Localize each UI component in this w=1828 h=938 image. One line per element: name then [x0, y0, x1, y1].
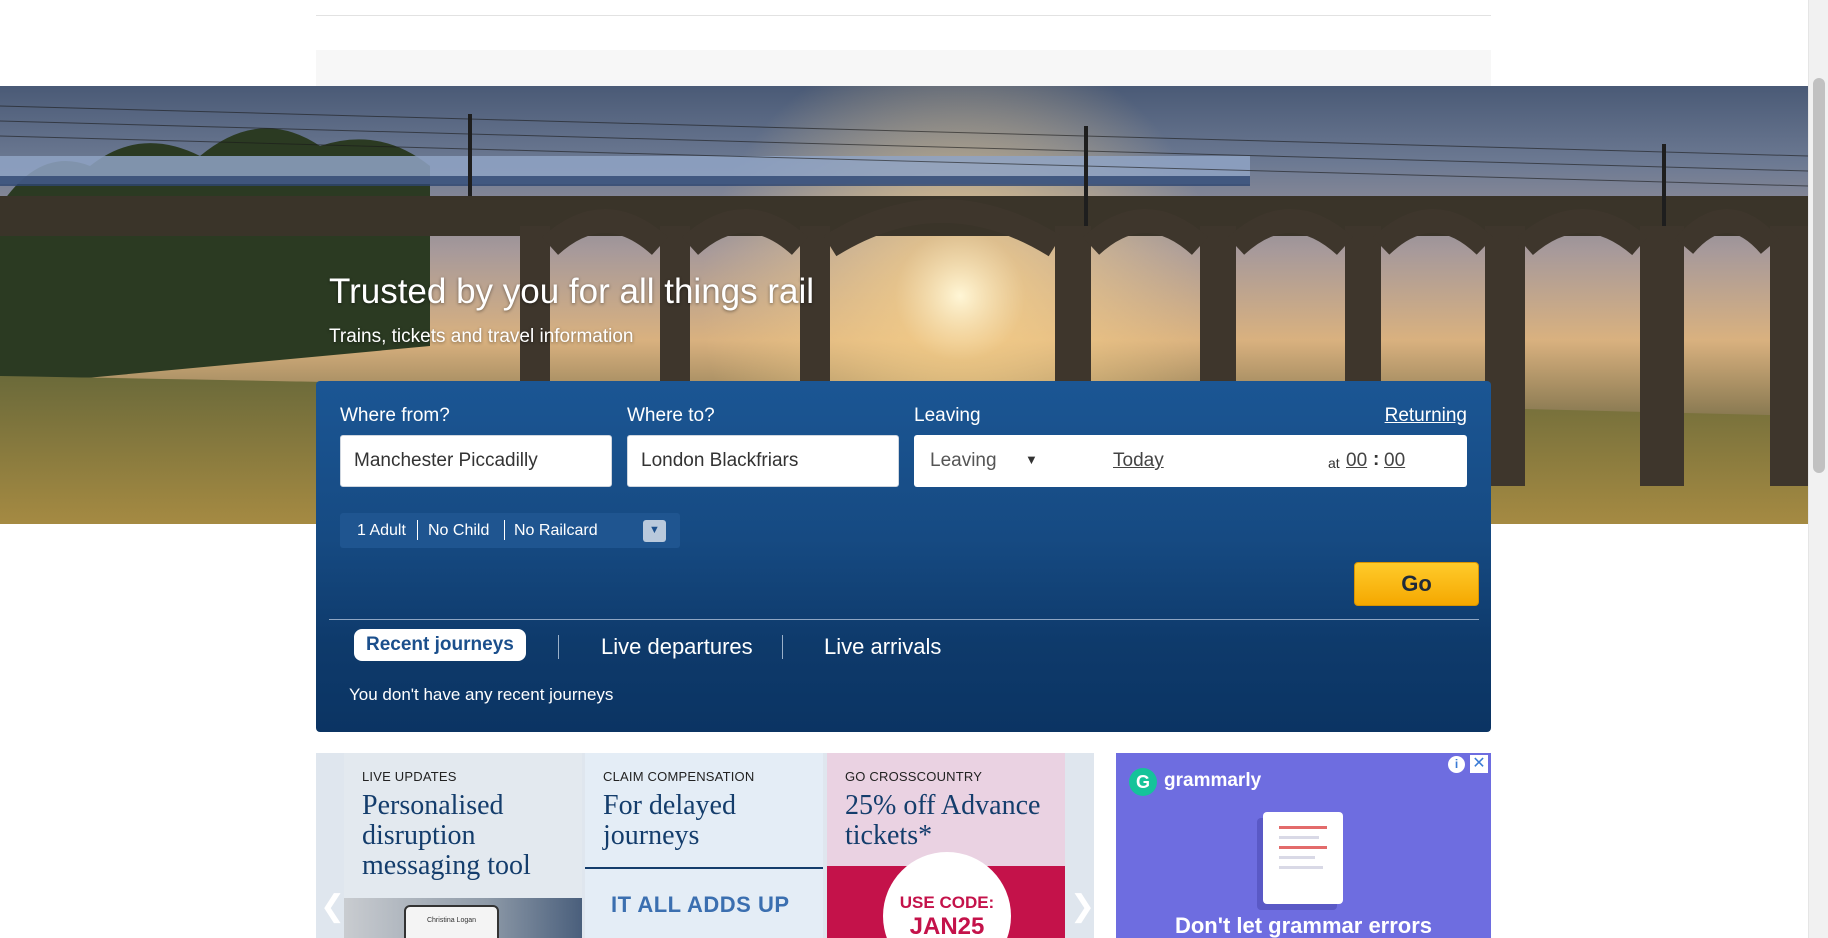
leaving-label: Leaving — [914, 405, 981, 426]
scrollbar-thumb[interactable] — [1813, 78, 1825, 473]
from-station-input[interactable]: Manchester Piccadilly — [340, 435, 612, 487]
minute-select[interactable]: 00 — [1384, 450, 1405, 472]
time-separator: : — [1373, 449, 1380, 470]
to-label: Where to? — [627, 405, 715, 426]
carousel-next-icon[interactable]: ❯ — [1070, 889, 1094, 924]
tab-divider — [558, 635, 559, 659]
ad-close-icon[interactable]: ✕ — [1470, 755, 1488, 773]
panel-divider — [329, 619, 1479, 620]
at-label: at — [1328, 455, 1340, 471]
hour-select[interactable]: 00 — [1346, 450, 1367, 472]
promo-card-claim-compensation[interactable]: CLAIM COMPENSATION For delayed journeys … — [585, 753, 823, 938]
header-band — [316, 50, 1491, 86]
promo-card-live-updates[interactable]: LIVE UPDATES Personalised disruption mes… — [344, 753, 582, 938]
ad-tagline: Don't let grammar errors — [1174, 913, 1433, 938]
date-picker-link[interactable]: Today — [1113, 450, 1164, 472]
ad-brand: grammarly — [1164, 770, 1262, 791]
tab-live-arrivals[interactable]: Live arrivals — [824, 634, 941, 660]
tab-live-departures[interactable]: Live departures — [601, 634, 753, 660]
tab-recent-journeys[interactable]: Recent journeys — [354, 629, 526, 661]
go-button[interactable]: Go — [1354, 562, 1479, 606]
promo-banner: IT ALL ADDS UP — [611, 892, 790, 917]
promo-headline: 25% off Advance tickets* — [845, 790, 1041, 851]
promo-carousel: LIVE UPDATES Personalised disruption mes… — [316, 753, 1094, 938]
leaving-select[interactable]: Leaving — [930, 450, 997, 472]
promo-rule — [585, 867, 823, 869]
adults-count: 1 Adult — [357, 522, 406, 539]
promo-headline: For delayed journeys — [603, 790, 736, 851]
document-icon — [1263, 812, 1343, 904]
phone-screen-text: Christina Logan — [426, 917, 477, 924]
carousel-prev-icon[interactable]: ❮ — [320, 889, 345, 924]
recent-journeys-empty-message: You don't have any recent journeys — [349, 685, 614, 704]
hero-subtitle: Trains, tickets and travel information — [329, 326, 634, 347]
promo-kicker: LIVE UPDATES — [362, 769, 457, 784]
hero-title: Trusted by you for all things rail — [329, 272, 815, 311]
railcard-value: No Railcard — [514, 522, 598, 539]
phone-image: Christina Logan — [404, 905, 499, 938]
ad-info-icon[interactable]: i — [1448, 756, 1465, 773]
promo-code: JAN25 — [909, 913, 985, 938]
returning-link[interactable]: Returning — [1385, 405, 1467, 427]
children-count: No Child — [428, 522, 490, 539]
journey-planner-panel: Where from? Manchester Piccadilly Where … — [316, 381, 1491, 732]
caret-down-icon[interactable]: ▼ — [1025, 452, 1038, 467]
grammarly-logo-icon: G — [1129, 768, 1157, 796]
departure-time-picker: Leaving ▼ Today at 00 : 00 — [914, 435, 1467, 487]
divider — [504, 520, 505, 540]
promo-card-crosscountry[interactable]: GO CROSSCOUNTRY 25% off Advance tickets*… — [827, 753, 1065, 938]
promo-code-label: USE CODE: — [899, 893, 995, 912]
divider — [417, 520, 418, 540]
page-scrollbar[interactable] — [1808, 0, 1828, 938]
chevron-down-icon[interactable]: ▼ — [643, 520, 666, 542]
tab-divider — [782, 635, 783, 659]
promo-kicker: GO CROSSCOUNTRY — [845, 769, 983, 784]
header-divider — [316, 15, 1491, 16]
from-label: Where from? — [340, 405, 450, 426]
promo-headline: Personalised disruption messaging tool — [362, 790, 531, 881]
promo-kicker: CLAIM COMPENSATION — [603, 769, 755, 784]
to-station-input[interactable]: London Blackfriars — [627, 435, 899, 487]
passenger-selector[interactable]: 1 Adult No Child No Railcard ▼ — [340, 513, 680, 548]
grammarly-ad[interactable]: i ✕ G grammarly Don't let grammar errors — [1116, 753, 1491, 938]
